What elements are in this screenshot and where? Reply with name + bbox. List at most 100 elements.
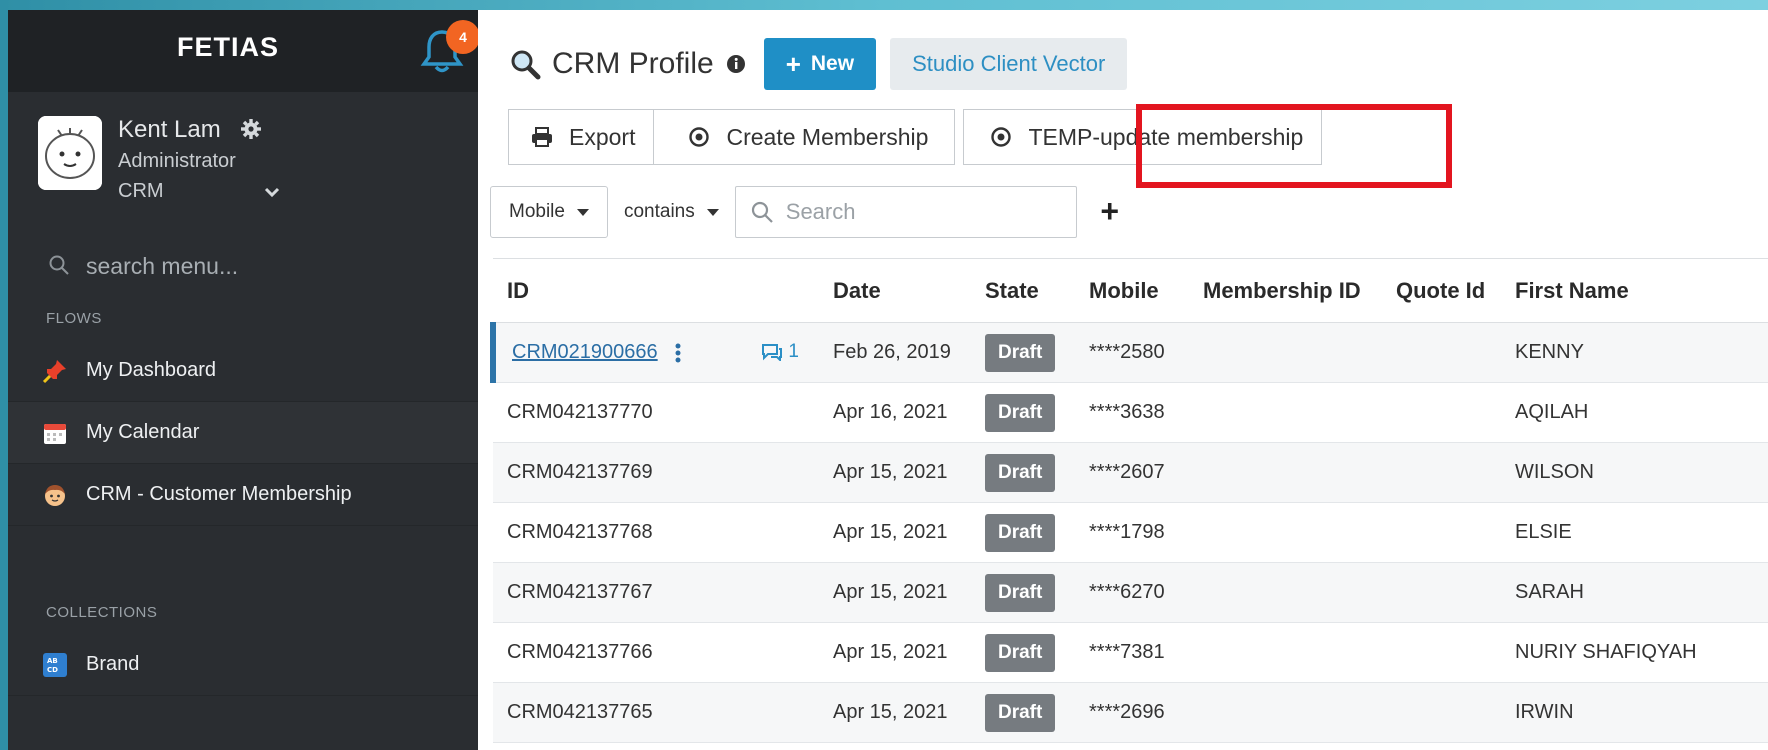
cell-membership-id	[1189, 682, 1382, 743]
filter-operator-select[interactable]: contains	[608, 186, 735, 238]
main-panel: CRM Profile + New Studio Client Vector E…	[478, 10, 1768, 750]
info-icon[interactable]	[726, 54, 746, 74]
cell-id: CRM042137768	[493, 502, 819, 563]
plus-icon: +	[785, 48, 801, 79]
create-membership-button[interactable]: Create Membership	[653, 109, 956, 165]
cell-first-name: AQILAH	[1501, 382, 1768, 443]
export-button[interactable]: Export	[508, 109, 655, 165]
cell-membership-id	[1189, 562, 1382, 623]
dot-circle-icon	[990, 126, 1012, 148]
cell-date: Apr 15, 2021	[819, 682, 971, 743]
calendar-icon	[42, 420, 68, 446]
sidebar: FETIAS 4 Kent Lam Administrator CRM sear…	[8, 10, 480, 750]
search-icon	[48, 254, 70, 276]
flows-section-label: FLOWS	[46, 310, 102, 327]
status-badge: Draft	[985, 693, 1056, 732]
cell-id: CRM042137767	[493, 562, 819, 623]
column-header-mobile[interactable]: Mobile	[1075, 258, 1189, 323]
cell-quote-id	[1382, 502, 1501, 563]
abcd-icon: AB CD	[42, 652, 68, 678]
table-row[interactable]: CRM042137770 Apr 16, 2021 Draft ****3638…	[493, 382, 1768, 443]
status-badge: Draft	[985, 393, 1056, 432]
add-filter-button[interactable]: +	[1095, 195, 1125, 227]
page-title: CRM Profile	[552, 47, 714, 80]
cell-membership-id	[1189, 622, 1382, 683]
cell-quote-id	[1382, 622, 1501, 683]
window-top-strip	[0, 0, 1768, 10]
cell-date: Apr 15, 2021	[819, 442, 971, 503]
pin-icon	[42, 358, 68, 384]
kebab-menu-icon[interactable]	[675, 343, 681, 363]
status-badge: Draft	[985, 633, 1056, 672]
table-row[interactable]: CRM042137769 Apr 15, 2021 Draft ****2607…	[493, 442, 1768, 503]
collections-section-label: COLLECTIONS	[46, 604, 158, 621]
data-table: ID Date State Mobile Membership ID Quote…	[490, 258, 1768, 743]
temp-update-membership-button[interactable]: TEMP-update membership	[963, 109, 1323, 165]
cell-mobile: ****3638	[1075, 382, 1189, 443]
table-row[interactable]: CRM042137767 Apr 15, 2021 Draft ****6270…	[493, 562, 1768, 623]
cell-state: Draft	[971, 502, 1075, 563]
gear-icon[interactable]	[240, 118, 262, 140]
table-row[interactable]: CRM042137766 Apr 15, 2021 Draft ****7381…	[493, 622, 1768, 683]
sidebar-item-crm-customer-membership[interactable]: CRM - Customer Membership	[8, 464, 478, 526]
cell-state: Draft	[971, 562, 1075, 623]
caret-down-icon	[576, 208, 589, 216]
avatar[interactable]	[38, 116, 102, 190]
sidebar-item-my-calendar[interactable]: My Calendar	[8, 402, 478, 464]
cell-mobile: ****7381	[1075, 622, 1189, 683]
search-icon	[750, 200, 774, 224]
cell-membership-id	[1189, 382, 1382, 443]
cell-quote-id	[1382, 682, 1501, 743]
cell-date: Feb 26, 2019	[819, 322, 971, 383]
sidebar-item-my-dashboard[interactable]: My Dashboard	[8, 340, 478, 402]
cell-id: CRM042137766	[493, 622, 819, 683]
sidebar-search-input[interactable]	[86, 246, 426, 286]
face-icon	[42, 482, 68, 508]
cell-id: CRM042137765	[493, 682, 819, 743]
app-switcher-label[interactable]: CRM	[118, 180, 164, 203]
filter-search-input[interactable]	[785, 199, 1066, 225]
table-header-row: ID Date State Mobile Membership ID Quote…	[493, 258, 1768, 323]
filter-field-value: Mobile	[509, 201, 565, 222]
table-row[interactable]: CRM021900666 1 Feb 26, 2019 Draft ****25…	[490, 322, 1768, 383]
cell-first-name: WILSON	[1501, 442, 1768, 503]
window-left-strip	[0, 0, 8, 750]
column-header-state[interactable]: State	[971, 258, 1075, 323]
record-id-link[interactable]: CRM021900666	[512, 341, 658, 363]
status-badge: Draft	[985, 513, 1056, 552]
cell-date: Apr 15, 2021	[819, 502, 971, 563]
column-header-date[interactable]: Date	[819, 258, 971, 323]
create-membership-label: Create Membership	[726, 123, 929, 150]
cell-first-name: SARAH	[1501, 562, 1768, 623]
cell-mobile: ****2580	[1075, 322, 1189, 383]
status-badge: Draft	[985, 453, 1056, 492]
cell-mobile: ****2696	[1075, 682, 1189, 743]
sidebar-item-label: CRM - Customer Membership	[86, 483, 352, 505]
client-button[interactable]: Studio Client Vector	[890, 38, 1128, 90]
table-row[interactable]: CRM042137768 Apr 15, 2021 Draft ****1798…	[493, 502, 1768, 563]
cell-first-name: IRWIN	[1501, 682, 1768, 743]
table-row[interactable]: CRM042137765 Apr 15, 2021 Draft ****2696…	[493, 682, 1768, 743]
new-button-label: New	[810, 52, 855, 75]
temp-update-membership-label: TEMP-update membership	[1028, 123, 1304, 150]
printer-icon	[531, 126, 553, 148]
cell-mobile: ****2607	[1075, 442, 1189, 503]
cell-membership-id	[1189, 502, 1382, 563]
filter-field-select[interactable]: Mobile	[490, 186, 608, 238]
cell-first-name: ELSIE	[1501, 502, 1768, 563]
chevron-down-icon[interactable]	[262, 182, 282, 202]
new-button[interactable]: + New	[763, 38, 877, 90]
column-header-id[interactable]: ID	[493, 258, 819, 323]
cell-state: Draft	[971, 622, 1075, 683]
cell-quote-id	[1382, 382, 1501, 443]
cell-date: Apr 15, 2021	[819, 562, 971, 623]
dot-circle-icon	[688, 126, 710, 148]
column-header-quote-id[interactable]: Quote Id	[1382, 258, 1501, 323]
caret-down-icon	[706, 208, 719, 216]
cell-date: Apr 15, 2021	[819, 622, 971, 683]
comments-indicator[interactable]: 1	[761, 341, 799, 363]
column-header-membership-id[interactable]: Membership ID	[1189, 258, 1382, 323]
sidebar-item-brand[interactable]: AB CD Brand	[8, 634, 478, 696]
column-header-first-name[interactable]: First Name	[1501, 258, 1768, 323]
cell-first-name: KENNY	[1501, 322, 1768, 383]
